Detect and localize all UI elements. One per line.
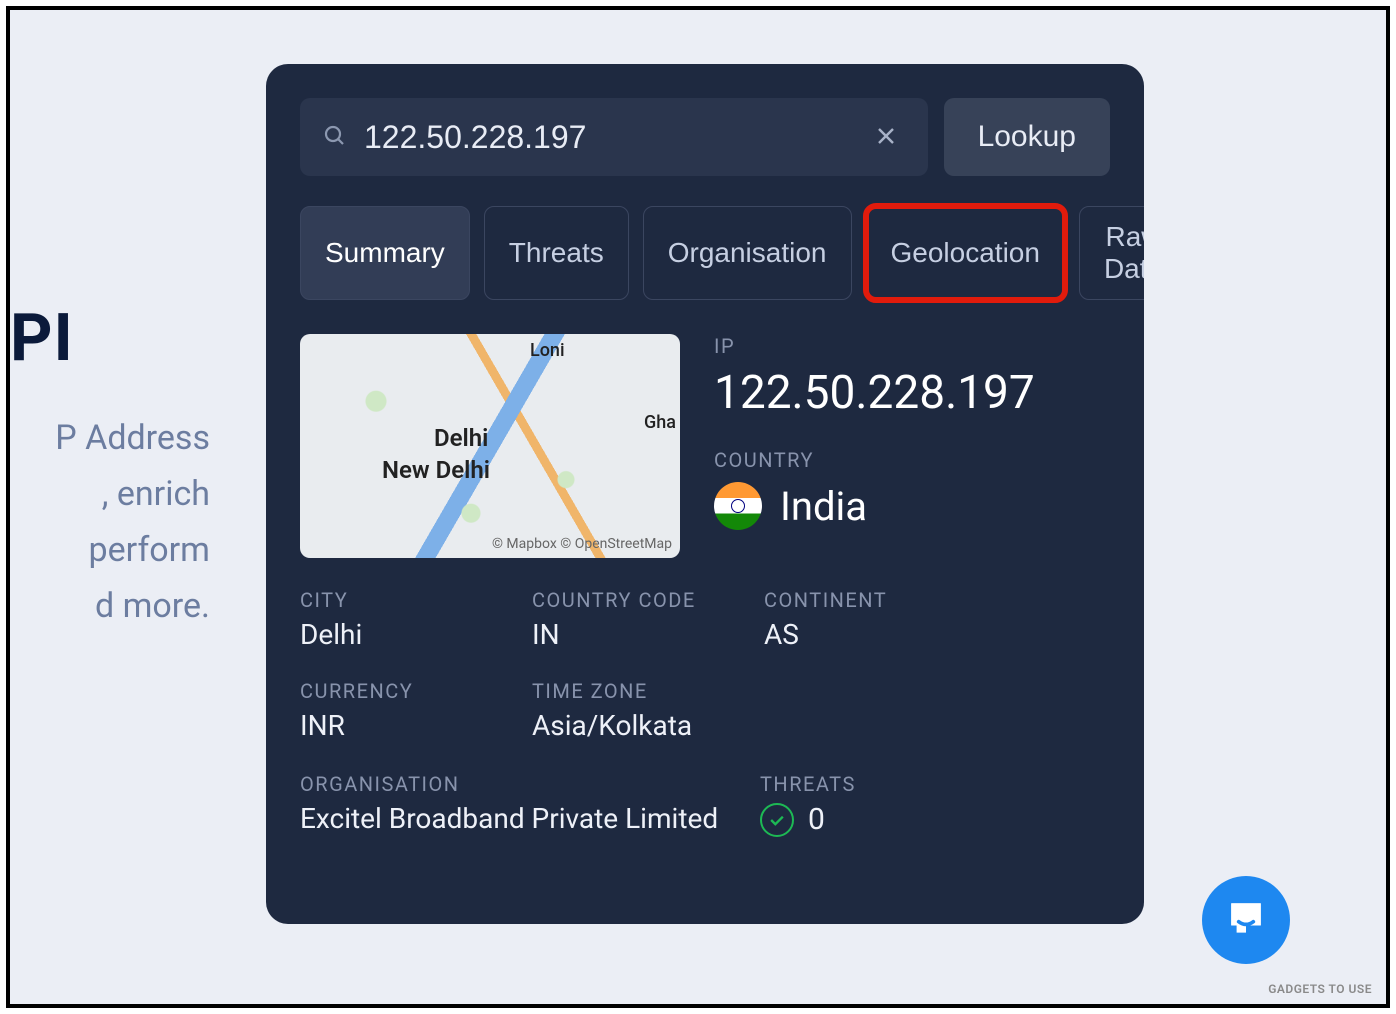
- city-cell: CITY Delhi: [300, 588, 522, 651]
- city-value: Delhi: [300, 618, 522, 651]
- chat-icon: [1224, 896, 1268, 944]
- continent-label: CONTINENT: [764, 588, 1110, 612]
- map-thumbnail[interactable]: Loni Delhi New Delhi Gha © Mapbox © Open…: [300, 334, 680, 558]
- lookup-button[interactable]: Lookup: [944, 98, 1110, 176]
- continent-cell: CONTINENT AS: [764, 588, 1110, 651]
- timezone-cell: TIME ZONE Asia/Kolkata: [532, 679, 1110, 742]
- city-label: CITY: [300, 588, 522, 612]
- organisation-value: Excitel Broadband Private Limited: [300, 802, 750, 835]
- chat-widget-button[interactable]: [1202, 876, 1290, 964]
- map-city-label: Gha: [644, 412, 676, 433]
- close-icon: [874, 136, 898, 151]
- currency-cell: CURRENCY INR: [300, 679, 522, 742]
- page-subtext-fragment: P Address , enrich perform d more.: [10, 410, 210, 634]
- ip-label: IP: [714, 334, 1110, 358]
- countrycode-value: IN: [532, 618, 754, 651]
- tabs: Summary Threats Organisation Geolocation…: [300, 206, 1110, 300]
- tab-rawdata[interactable]: Raw Data: [1079, 206, 1144, 300]
- bg-line: , enrich: [10, 466, 210, 522]
- currency-value: INR: [300, 709, 522, 742]
- countrycode-label: COUNTRY CODE: [532, 588, 754, 612]
- tab-geolocation[interactable]: Geolocation: [866, 206, 1065, 300]
- map-city-label: Delhi: [434, 424, 488, 452]
- continent-value: AS: [764, 618, 1110, 651]
- organisation-label: ORGANISATION: [300, 772, 750, 796]
- tab-organisation[interactable]: Organisation: [643, 206, 852, 300]
- tab-summary[interactable]: Summary: [300, 206, 470, 300]
- currency-label: CURRENCY: [300, 679, 522, 703]
- threats-value: 0: [808, 802, 825, 837]
- check-circle-icon: [760, 803, 794, 837]
- page-heading-fragment: PI: [10, 300, 74, 377]
- country-value: India: [780, 483, 867, 530]
- ip-lookup-card: Lookup Summary Threats Organisation Geol…: [266, 64, 1144, 924]
- flag-india-icon: [714, 482, 762, 530]
- map-attribution: © Mapbox © OpenStreetMap: [492, 536, 672, 552]
- bg-line: P Address: [10, 410, 210, 466]
- tab-threats[interactable]: Threats: [484, 206, 629, 300]
- country-label: COUNTRY: [714, 448, 1110, 472]
- timezone-value: Asia/Kolkata: [532, 709, 1110, 742]
- watermark: GADGETS TO USE: [1268, 982, 1372, 996]
- bg-line: perform: [10, 522, 210, 578]
- countrycode-cell: COUNTRY CODE IN: [532, 588, 754, 651]
- ip-search-input[interactable]: [364, 119, 866, 156]
- map-city-label: New Delhi: [382, 456, 490, 484]
- clear-search-button[interactable]: [866, 116, 906, 159]
- search-icon: [322, 123, 346, 151]
- threats-label: THREATS: [760, 772, 1110, 796]
- threats-cell: THREATS 0: [760, 772, 1110, 837]
- ip-value: 122.50.228.197: [714, 366, 1110, 420]
- organisation-cell: ORGANISATION Excitel Broadband Private L…: [300, 772, 750, 835]
- search-box[interactable]: [300, 98, 928, 176]
- bg-line: d more.: [10, 578, 210, 634]
- map-city-label: Loni: [530, 340, 565, 361]
- timezone-label: TIME ZONE: [532, 679, 1110, 703]
